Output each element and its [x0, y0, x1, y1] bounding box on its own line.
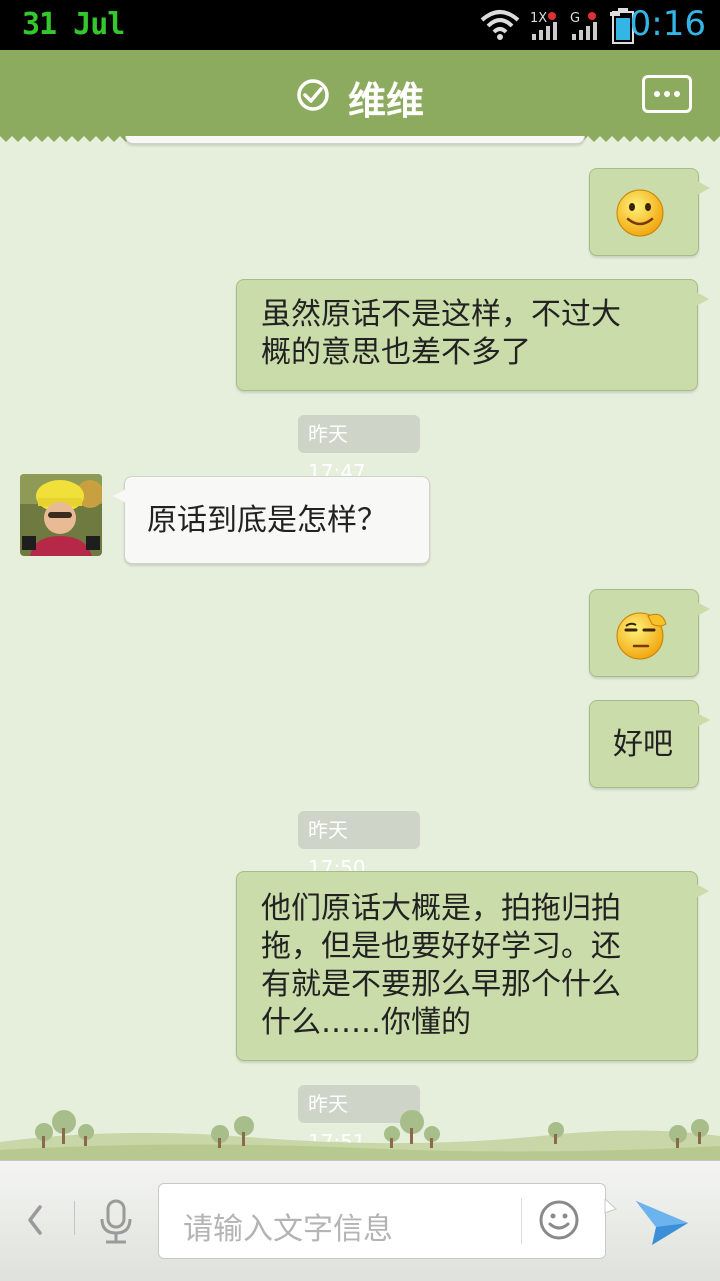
- partial-message: [125, 136, 585, 144]
- wifi-icon: [480, 10, 520, 40]
- message-line: 虽然原话不是这样，不过大: [261, 297, 621, 332]
- check-circle-icon: [297, 79, 329, 111]
- message-bubble-emoji[interactable]: [589, 168, 710, 256]
- message-line: 概的意思也差不多了: [261, 335, 531, 370]
- avatar-image: [20, 474, 102, 556]
- timestamp: 昨天 17:50: [298, 811, 420, 880]
- contact-avatar[interactable]: [20, 474, 102, 556]
- message-bubble-emoji[interactable]: [589, 589, 710, 677]
- chevron-left-icon[interactable]: [24, 1203, 46, 1237]
- salute-emoji-icon: [616, 612, 667, 660]
- input-bar: 请输入文字信息: [0, 1160, 720, 1281]
- svg-text:1X: 1X: [530, 11, 547, 26]
- cell-signal-1x-icon: 1X: [530, 11, 557, 40]
- message-input-placeholder: 请输入文字信息: [183, 1212, 393, 1247]
- cell-signal-g-icon: G: [570, 11, 597, 40]
- message-line: 好吧: [613, 727, 673, 762]
- input-tail-decoration: [604, 1199, 617, 1214]
- status-bar: 31 Jul 1X G 0:16: [0, 0, 720, 50]
- message-line: 拖，但是也要好好学习。还: [261, 929, 621, 964]
- message-bubble[interactable]: 虽然原话不是这样，不过大 概的意思也差不多了: [236, 279, 709, 391]
- chat-more-button[interactable]: [642, 75, 692, 113]
- svg-text:G: G: [570, 11, 580, 26]
- smiley-icon[interactable]: [537, 1198, 581, 1242]
- hills-decoration: [0, 1110, 720, 1162]
- message-line: 他们原话大概是，拍拖归拍: [261, 891, 621, 926]
- status-date: 31 Jul: [22, 7, 125, 42]
- send-arrow-icon[interactable]: [632, 1197, 692, 1249]
- microphone-icon[interactable]: [96, 1199, 136, 1245]
- message-bubble[interactable]: 他们原话大概是，拍拖归拍 拖，但是也要好好学习。还 有就是不要那么早那个什么 什…: [236, 871, 709, 1061]
- message-bubble[interactable]: 原话到底是怎样？: [113, 476, 430, 564]
- page-title: 维维: [348, 79, 425, 123]
- message-list[interactable]: 虽然原话不是这样，不过大 概的意思也差不多了 昨天 17:47 原话到底是怎样？: [0, 136, 720, 1160]
- divider: [521, 1198, 522, 1244]
- chat-header: 维维: [0, 50, 720, 142]
- message-line: 原话到底是怎样？: [147, 503, 387, 538]
- message-bubble[interactable]: 好吧: [589, 700, 710, 788]
- chat-more-icon: [654, 91, 680, 97]
- timestamp: 昨天 17:47: [298, 415, 420, 484]
- status-time: 0:16: [629, 4, 706, 44]
- divider: [74, 1201, 75, 1235]
- message-line: 有就是不要那么早那个什么: [261, 967, 621, 1002]
- signal-icons: 1X G: [480, 10, 620, 40]
- smile-emoji-icon: [616, 189, 664, 237]
- message-input[interactable]: 请输入文字信息: [158, 1183, 606, 1259]
- message-line: 什么……你懂的: [261, 1005, 471, 1040]
